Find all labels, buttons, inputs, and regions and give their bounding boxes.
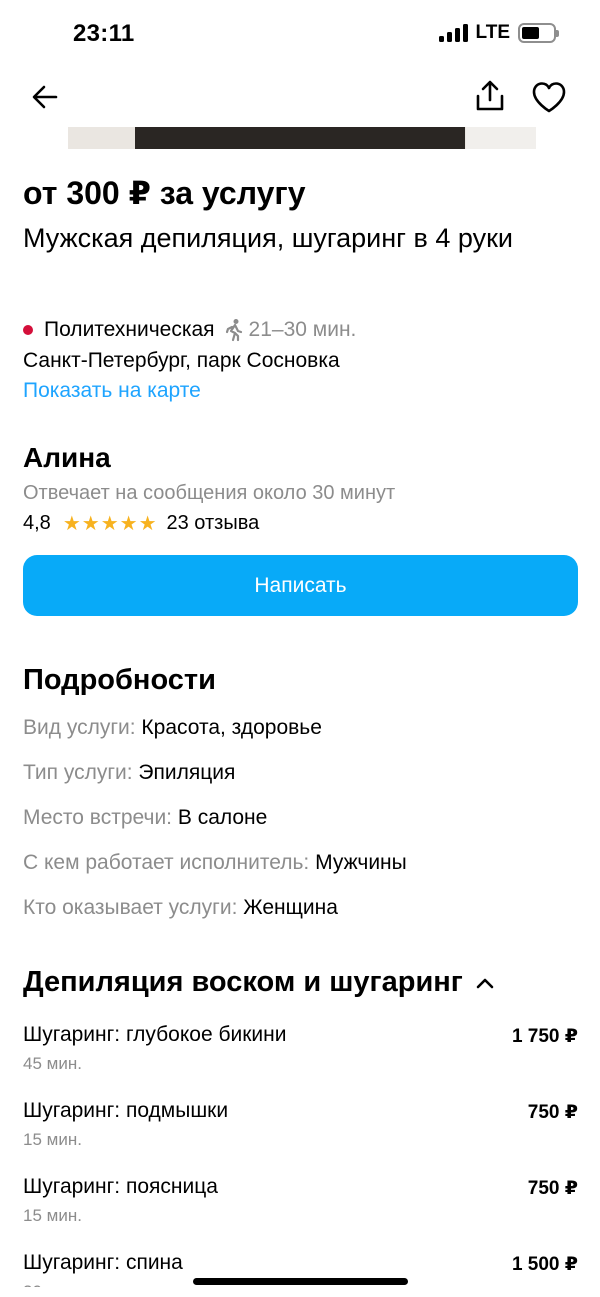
listing-price: от 300 ₽ за услугу — [23, 175, 306, 211]
star-icon: ★ — [100, 512, 119, 535]
detail-key: С кем работает исполнитель: — [23, 851, 316, 874]
status-bar: 23:11 LTE — [0, 0, 600, 70]
detail-key: Вид услуги: — [23, 716, 142, 739]
details-title: Подробности — [23, 664, 216, 696]
chevron-up-icon[interactable] — [475, 976, 495, 990]
metro-info: Политехническая 21–30 мин. — [23, 318, 356, 342]
battery-icon — [518, 23, 559, 43]
photo-gallery[interactable] — [0, 127, 600, 149]
reviews-count: 23 отзыва — [166, 512, 260, 534]
detail-value: Мужчины — [315, 851, 407, 874]
service-name: Шугаринг: подмышки — [23, 1099, 229, 1122]
seller-rating[interactable]: 4,8 ★ ★ ★ ★ ★ 23 отзыва — [23, 512, 259, 535]
service-price: 1 500 ₽ — [511, 1254, 578, 1275]
service-name: Шугаринг: глубокое бикини — [23, 1023, 287, 1046]
seller-reply-time: Отвечает на сообщения около 30 минут — [23, 482, 396, 504]
gallery-photo — [135, 127, 465, 149]
services-section-header[interactable]: Депиляция воском и шугаринг — [23, 966, 495, 999]
service-duration: 15 мин. — [23, 1206, 82, 1225]
detail-value: Женщина — [243, 896, 338, 919]
gallery-photo — [466, 127, 536, 149]
service-name: Шугаринг: спина — [23, 1251, 183, 1274]
arrow-left-icon[interactable] — [28, 80, 62, 114]
write-message-button[interactable]: Написать — [23, 555, 578, 616]
detail-row: Кто оказывает услуги: Женщина — [23, 896, 338, 920]
service-price: 1 750 ₽ — [511, 1026, 578, 1047]
detail-key: Тип услуги: — [23, 761, 139, 784]
detail-row: Вид услуги: Красота, здоровье — [23, 716, 322, 740]
heart-icon[interactable] — [530, 80, 568, 114]
service-price: 750 ₽ — [527, 1178, 578, 1199]
service-price: 750 ₽ — [527, 1102, 578, 1123]
star-icon: ★ — [119, 512, 138, 535]
detail-key: Кто оказывает услуги: — [23, 896, 244, 919]
detail-row: Место встречи: В салоне — [23, 806, 267, 830]
star-icon: ★ — [62, 512, 81, 535]
share-icon[interactable] — [472, 78, 508, 114]
seller-name[interactable]: Алина — [23, 442, 111, 474]
detail-row: Тип услуги: Эпиляция — [23, 761, 235, 785]
metro-station: Политехническая — [44, 318, 215, 341]
detail-key: Место встречи: — [23, 806, 178, 829]
top-navigation — [0, 70, 600, 126]
star-icon: ★ — [138, 512, 157, 535]
network-type: LTE — [475, 22, 510, 43]
show-on-map-link[interactable]: Показать на карте — [23, 379, 201, 403]
bottom-edge — [0, 1287, 600, 1297]
metro-line-icon — [23, 325, 33, 335]
address: Санкт-Петербург, парк Сосновка — [23, 349, 340, 372]
service-name: Шугаринг: поясница — [23, 1175, 218, 1198]
rating-stars: ★ ★ ★ ★ ★ — [63, 514, 157, 534]
detail-row: С кем работает исполнитель: Мужчины — [23, 851, 407, 875]
cellular-signal-icon — [438, 24, 468, 42]
star-icon: ★ — [81, 512, 100, 535]
walking-icon — [225, 319, 242, 342]
detail-value: Эпиляция — [138, 761, 236, 784]
home-indicator[interactable] — [193, 1278, 408, 1285]
status-indicators: LTE — [438, 22, 559, 44]
walk-time: 21–30 мин. — [248, 318, 357, 341]
status-time: 23:11 — [73, 20, 135, 47]
services-title: Депиляция воском и шугаринг — [23, 966, 463, 998]
service-duration: 45 мин. — [23, 1054, 82, 1073]
detail-value: Красота, здоровье — [141, 716, 322, 739]
detail-value: В салоне — [177, 806, 268, 829]
listing-title: Мужская депиляция, шугаринг в 4 руки — [23, 223, 513, 253]
rating-value: 4,8 — [23, 512, 51, 534]
service-duration: 15 мин. — [23, 1130, 82, 1149]
